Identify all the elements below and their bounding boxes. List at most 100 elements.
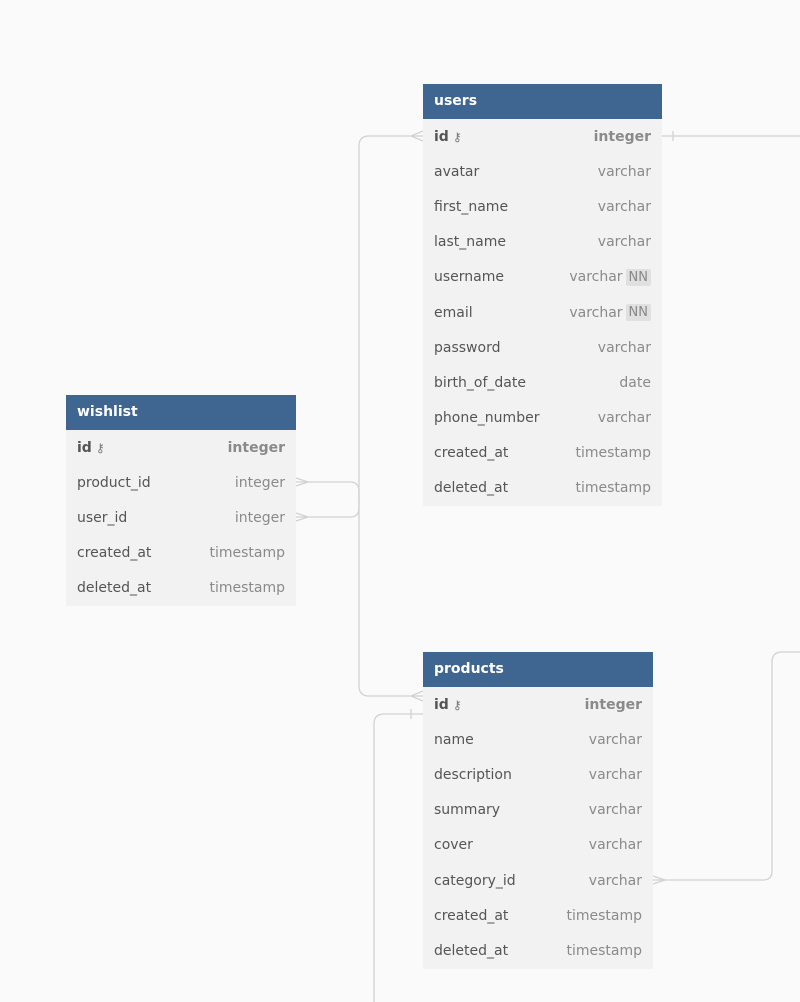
- column-type: timestamp: [575, 445, 651, 461]
- column-name: deleted_at: [77, 580, 152, 597]
- column-type: timestamp: [566, 943, 642, 959]
- table-row[interactable]: deleted_at timestamp: [423, 933, 653, 968]
- link-wishlist-product-products-id: [296, 481, 423, 697]
- column-type-text: varchar: [569, 269, 623, 286]
- not-null-badge: NN: [625, 304, 651, 322]
- table-row[interactable]: email varchar NN: [423, 295, 662, 330]
- table-row[interactable]: id ⚷ integer: [423, 119, 662, 154]
- crowfoot-products-category: [652, 875, 668, 885]
- column-name: created_at: [434, 907, 509, 924]
- column-name: category_id: [434, 872, 516, 889]
- column-type-text: varchar: [588, 872, 642, 889]
- column-name: deleted_at: [434, 942, 509, 959]
- column-type-text: timestamp: [209, 545, 285, 562]
- crowfoot-users-id: [409, 130, 424, 142]
- column-type: varchar: [589, 802, 642, 818]
- column-type: varchar: [598, 410, 651, 426]
- column-type: varchar: [589, 767, 642, 783]
- column-name: id: [434, 696, 449, 713]
- column-type-text: date: [619, 374, 651, 391]
- column-type-text: timestamp: [566, 907, 642, 924]
- column-type-text: varchar: [597, 410, 651, 427]
- table-row[interactable]: last_name varchar: [423, 225, 662, 260]
- table-row[interactable]: category_id varchar: [423, 863, 653, 898]
- column-type-text: integer: [227, 439, 285, 456]
- key-icon: ⚷: [452, 697, 462, 712]
- column-type: varchar NN: [569, 268, 651, 286]
- link-products-category: [653, 651, 800, 881]
- column-type-text: varchar: [597, 198, 651, 215]
- table-wishlist[interactable]: wishlist id ⚷ integer product_id integer user…: [66, 395, 296, 606]
- column-type-text: integer: [234, 474, 285, 491]
- table-row[interactable]: avatar varchar: [423, 154, 662, 189]
- table-row[interactable]: deleted_at timestamp: [66, 571, 296, 606]
- table-row[interactable]: deleted_at timestamp: [423, 471, 662, 506]
- column-type: varchar: [598, 234, 651, 250]
- column-name: birth_of_date: [434, 374, 526, 391]
- table-header[interactable]: products: [423, 652, 653, 687]
- table-row[interactable]: created_at timestamp: [66, 536, 296, 571]
- table-row[interactable]: birth_of_date date: [423, 365, 662, 400]
- column-type: varchar: [589, 837, 642, 853]
- column-type-text: varchar: [588, 837, 642, 854]
- table-row[interactable]: username varchar NN: [423, 260, 662, 295]
- key-icon: ⚷: [95, 440, 105, 455]
- column-name: deleted_at: [434, 480, 509, 497]
- column-name-wrap: id ⚷: [77, 440, 105, 456]
- column-type: integer: [594, 129, 651, 145]
- column-type-text: timestamp: [575, 480, 651, 497]
- column-type: integer: [235, 475, 285, 491]
- table-row[interactable]: created_at timestamp: [423, 436, 662, 471]
- column-name: username: [434, 269, 504, 286]
- table-row[interactable]: created_at timestamp: [423, 898, 653, 933]
- table-row[interactable]: first_name varchar: [423, 189, 662, 224]
- column-name: password: [434, 339, 501, 356]
- table-products[interactable]: products id ⚷ integer name varchar descriptio…: [423, 652, 653, 969]
- column-type: varchar: [598, 164, 651, 180]
- table-row[interactable]: name varchar: [423, 722, 653, 757]
- link-wishlist-user-users-id: [296, 135, 423, 518]
- table-row[interactable]: phone_number varchar: [423, 401, 662, 436]
- column-type: date: [619, 375, 651, 391]
- column-type-text: varchar: [588, 731, 642, 748]
- column-type: timestamp: [575, 480, 651, 496]
- table-row[interactable]: cover varchar: [423, 828, 653, 863]
- column-name: summary: [434, 802, 501, 819]
- column-type: varchar: [589, 873, 642, 889]
- column-type-text: timestamp: [209, 580, 285, 597]
- table-row[interactable]: id ⚷ integer: [423, 687, 653, 722]
- table-row[interactable]: id ⚷ integer: [66, 430, 296, 465]
- key-icon: ⚷: [452, 129, 462, 144]
- column-name: name: [434, 731, 474, 748]
- column-type: integer: [228, 440, 285, 456]
- table-header[interactable]: wishlist: [66, 395, 296, 430]
- column-name: product_id: [77, 474, 151, 491]
- column-name: id: [434, 128, 449, 145]
- link-products-id-offscreen: [373, 713, 423, 1002]
- column-name: first_name: [434, 198, 509, 215]
- column-name: phone_number: [434, 410, 540, 427]
- column-type-text: varchar: [597, 339, 651, 356]
- column-type: timestamp: [209, 580, 285, 596]
- crowfoot-products-id: [409, 690, 424, 702]
- column-type: integer: [235, 510, 285, 526]
- table-row[interactable]: description varchar: [423, 757, 653, 792]
- column-type-text: integer: [234, 509, 285, 526]
- table-row[interactable]: summary varchar: [423, 793, 653, 828]
- table-row[interactable]: product_id integer: [66, 465, 296, 500]
- column-name: created_at: [77, 545, 152, 562]
- column-type-text: integer: [584, 696, 642, 713]
- column-type-text: varchar: [597, 234, 651, 251]
- table-row[interactable]: password varchar: [423, 330, 662, 365]
- column-type-text: varchar: [588, 802, 642, 819]
- table-row[interactable]: user_id integer: [66, 500, 296, 535]
- not-null-badge: NN: [625, 268, 651, 286]
- table-users[interactable]: users id ⚷ integer avatar varchar first_name v…: [423, 84, 662, 507]
- column-name: created_at: [434, 445, 509, 462]
- column-type-text: varchar: [569, 304, 623, 321]
- column-type: varchar: [589, 732, 642, 748]
- column-type-text: timestamp: [566, 942, 642, 959]
- column-name: avatar: [434, 163, 480, 180]
- column-type-text: varchar: [597, 163, 651, 180]
- table-header[interactable]: users: [423, 84, 662, 119]
